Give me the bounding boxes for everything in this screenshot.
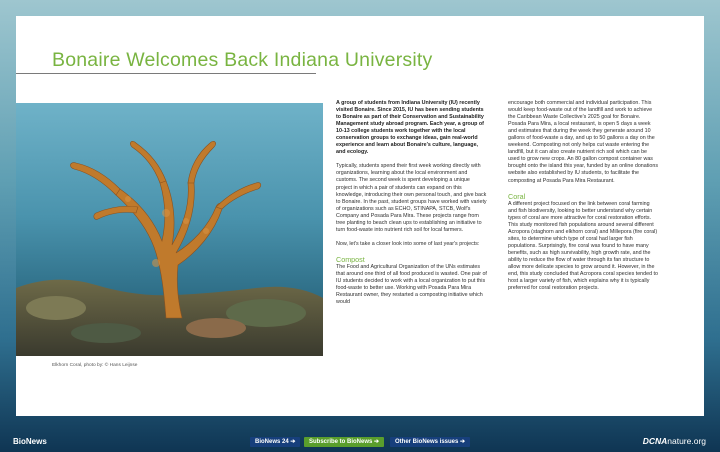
- page-title: Bonaire Welcomes Back Indiana University: [52, 49, 433, 71]
- article-column-right: encourage both commercial and individual…: [508, 100, 659, 299]
- site-link[interactable]: DCNAnature.org: [643, 436, 706, 446]
- footer-brand: BioNews: [13, 437, 47, 446]
- other-issues-button[interactable]: Other BioNews issues ➔: [390, 437, 471, 447]
- site-suffix: nature.org: [667, 436, 706, 446]
- issue-button[interactable]: BioNews 24 ➔: [250, 437, 301, 447]
- footer-bar: BioNews BioNews 24 ➔ Subscribe to BioNew…: [0, 432, 720, 452]
- section-heading-coral: Coral: [508, 191, 526, 201]
- lead-paragraph: A group of students from Indiana Univers…: [336, 100, 484, 156]
- body-paragraph: Typically, students spend their first we…: [336, 163, 487, 233]
- elkhorn-coral-photo: [16, 103, 323, 356]
- article-column-left: A group of students from Indiana Univers…: [336, 100, 487, 313]
- title-divider: [16, 73, 316, 74]
- body-paragraph: Now, let's take a closer look into some …: [336, 240, 480, 247]
- subscribe-button[interactable]: Subscribe to BioNews ➔: [304, 437, 385, 447]
- article-page: Bonaire Welcomes Back Indiana University: [16, 16, 704, 416]
- site-prefix: DCNA: [642, 436, 668, 446]
- body-paragraph: encourage both commercial and individual…: [508, 100, 659, 184]
- photo-caption: Elkhorn Coral, photo by: © Hans Leijnse: [52, 363, 138, 368]
- body-paragraph: A different project focused on the link …: [508, 200, 659, 292]
- section-heading-compost: Compost: [336, 254, 365, 264]
- body-paragraph: The Food and Agricultural Organization o…: [336, 263, 487, 306]
